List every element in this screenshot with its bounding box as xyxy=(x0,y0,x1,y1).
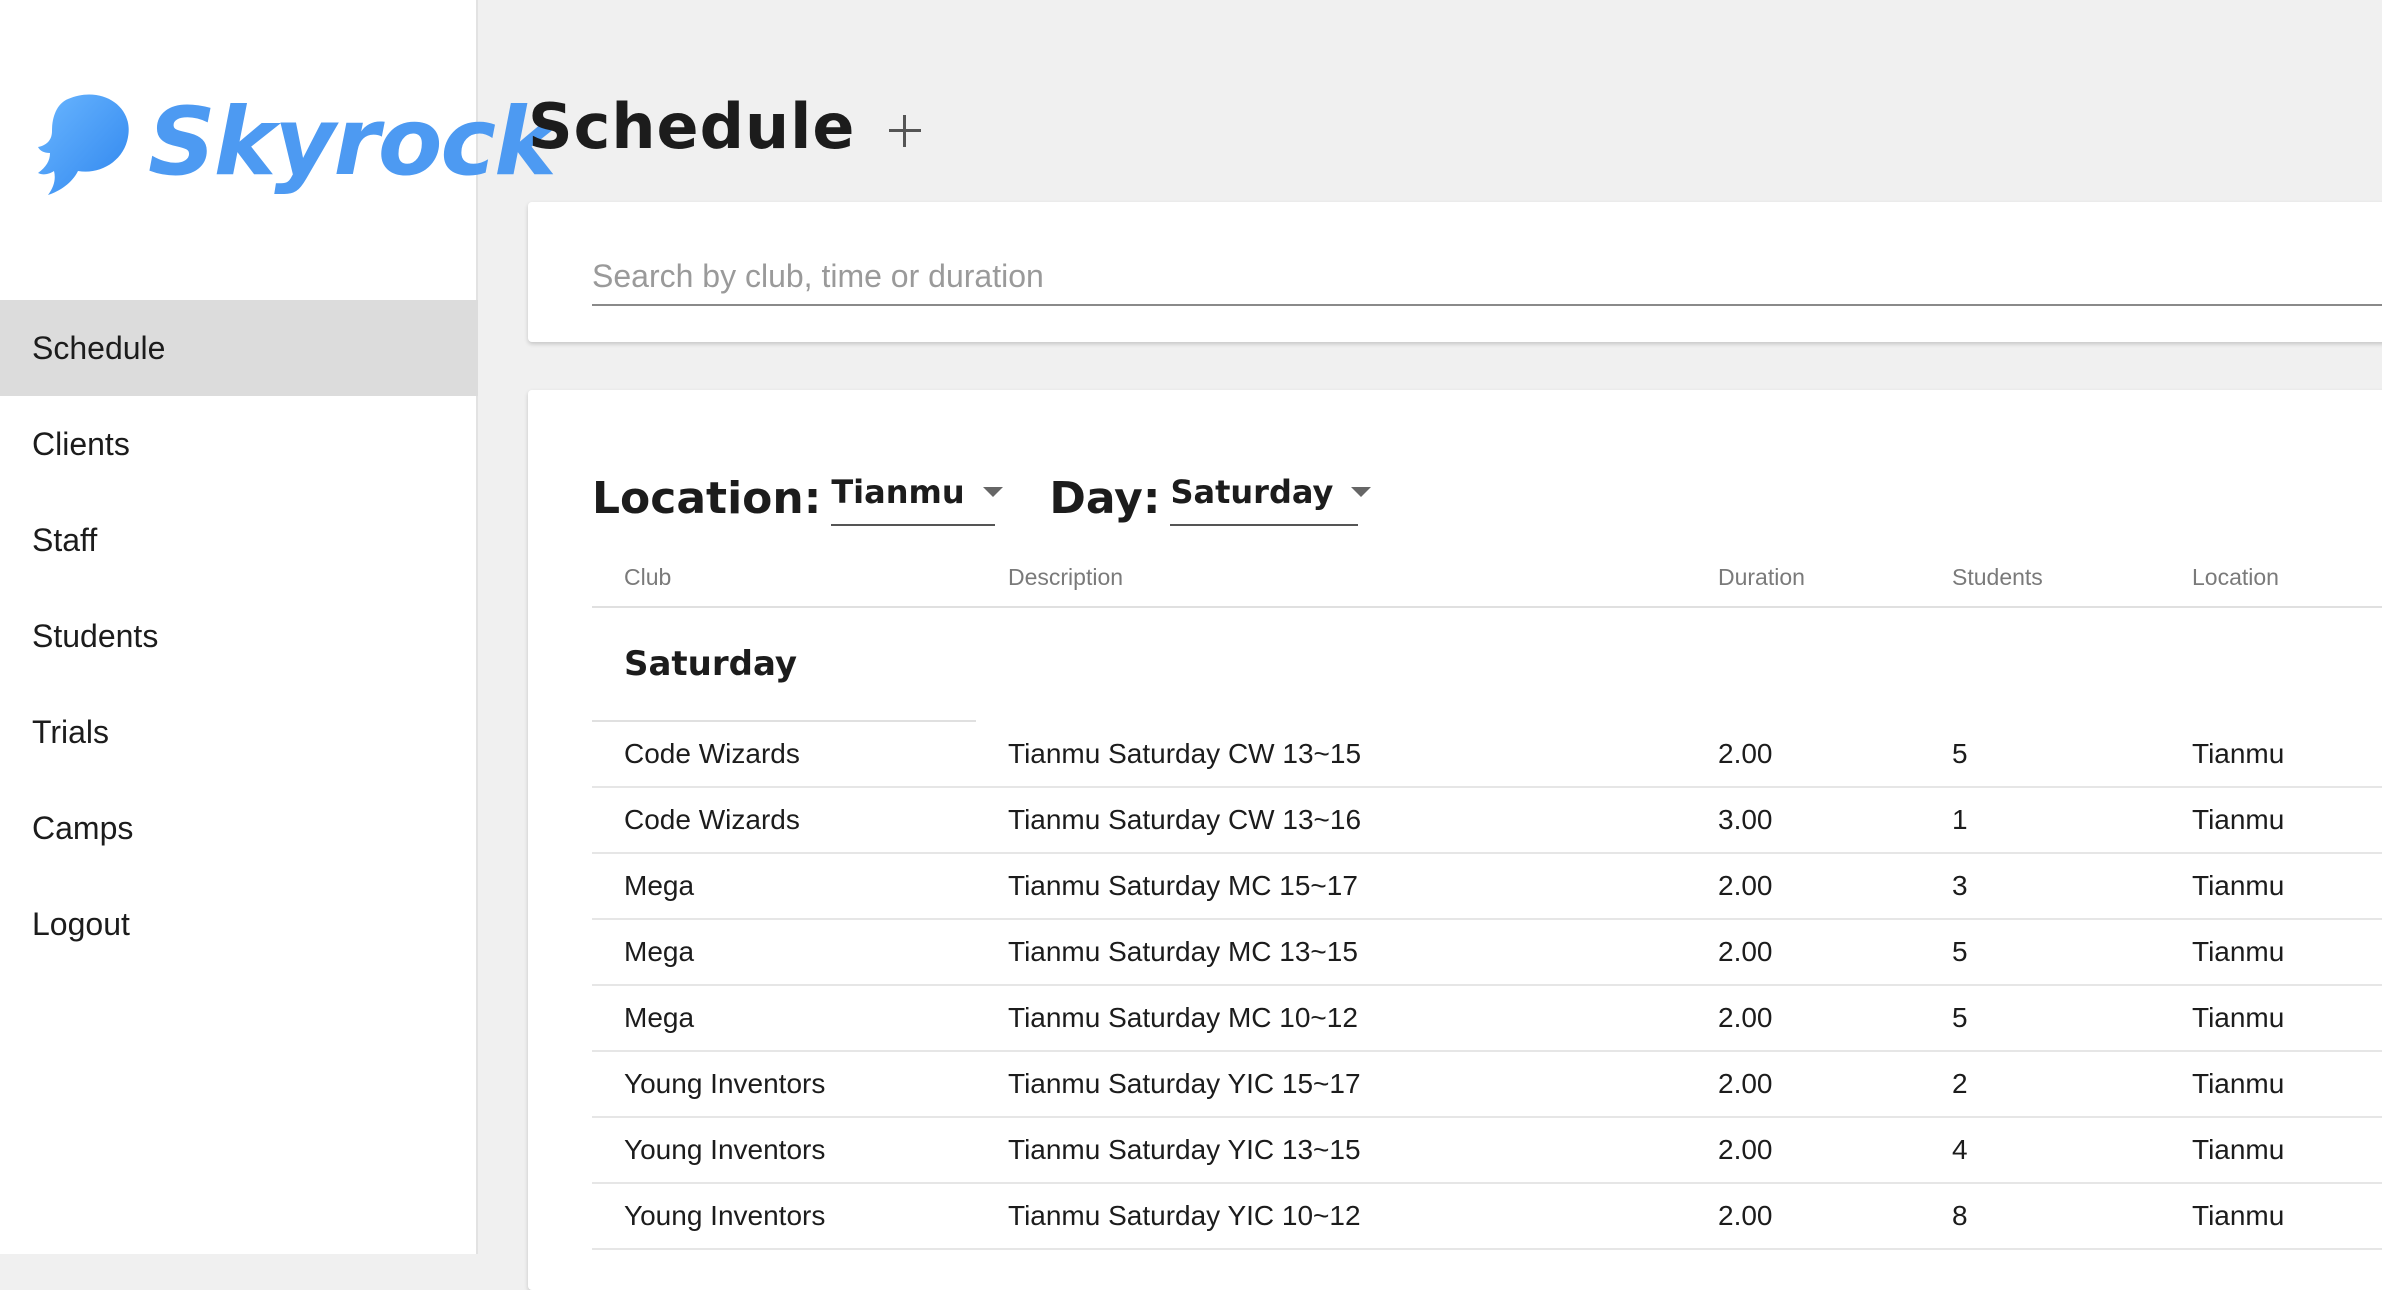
sidebar-item-clients[interactable]: Clients xyxy=(0,396,478,492)
caret-down-icon xyxy=(982,487,1003,497)
cell-club: Code Wizards xyxy=(624,804,800,835)
schedule-table: Club Description Duration Students Locat… xyxy=(592,552,2382,1250)
cell-duration: 3.00 xyxy=(1718,804,1773,835)
cell-location: Tianmu xyxy=(2192,1134,2285,1165)
group-label: Saturday xyxy=(624,644,798,684)
cell-club: Mega xyxy=(624,870,695,901)
cell-students: 5 xyxy=(1952,738,1968,769)
cell-duration: 2.00 xyxy=(1718,738,1773,769)
sidebar-item-camps[interactable]: Camps xyxy=(0,780,478,876)
cell-description: Tianmu Saturday CW 13~15 xyxy=(1008,738,1362,769)
column-header-club[interactable]: Club xyxy=(624,564,671,591)
cell-description: Tianmu Saturday MC 10~12 xyxy=(1008,1002,1358,1033)
sidebar-item-students[interactable]: Students xyxy=(0,588,478,684)
table-row[interactable]: Young Inventors Tianmu Saturday YIC 13~1… xyxy=(592,1118,2382,1184)
cell-location: Tianmu xyxy=(2192,936,2285,967)
table-header: Club Description Duration Students Locat… xyxy=(592,552,2382,608)
cell-students: 1 xyxy=(1952,804,1968,835)
table-row[interactable]: Code Wizards Tianmu Saturday CW 13~16 3.… xyxy=(592,788,2382,854)
page-title: Schedule xyxy=(528,90,856,163)
cell-description: Tianmu Saturday YIC 15~17 xyxy=(1008,1068,1361,1099)
location-filter-label: Location: xyxy=(592,473,822,525)
table-row[interactable]: Young Inventors Tianmu Saturday YIC 15~1… xyxy=(592,1052,2382,1118)
cell-duration: 2.00 xyxy=(1718,936,1773,967)
filter-row: Location: Tianmu Day: Saturday xyxy=(592,464,1412,526)
cell-students: 5 xyxy=(1952,936,1968,967)
sidebar: Skyrock Schedule Clients Staff Students … xyxy=(0,0,557,1254)
cell-students: 4 xyxy=(1952,1134,1968,1165)
brand-logo[interactable]: Skyrock xyxy=(38,88,557,198)
cell-location: Tianmu xyxy=(2192,870,2285,901)
sidebar-item-schedule[interactable]: Schedule xyxy=(0,300,478,396)
cell-description: Tianmu Saturday YIC 13~15 xyxy=(1008,1134,1361,1165)
column-header-students[interactable]: Students xyxy=(1952,564,2043,591)
sidebar-item-logout[interactable]: Logout xyxy=(0,876,478,972)
flame-logo-icon xyxy=(38,91,134,195)
cell-location: Tianmu xyxy=(2192,738,2285,769)
cell-description: Tianmu Saturday YIC 10~12 xyxy=(1008,1200,1361,1231)
cell-location: Tianmu xyxy=(2192,804,2285,835)
column-header-duration[interactable]: Duration xyxy=(1718,564,1805,591)
cell-students: 2 xyxy=(1952,1068,1968,1099)
cell-club: Code Wizards xyxy=(624,738,800,769)
cell-location: Tianmu xyxy=(2192,1002,2285,1033)
table-row[interactable]: Mega Tianmu Saturday MC 15~17 2.00 3 Tia… xyxy=(592,854,2382,920)
cell-club: Mega xyxy=(624,1002,695,1033)
cell-location: Tianmu xyxy=(2192,1068,2285,1099)
sidebar-nav: Schedule Clients Staff Students Trials C… xyxy=(0,300,478,972)
main-content: Schedule Location: Tianmu Day: Saturday xyxy=(480,0,2382,1290)
table-row[interactable]: Code Wizards Tianmu Saturday CW 13~15 2.… xyxy=(592,722,2382,788)
cell-students: 5 xyxy=(1952,1002,1968,1033)
column-header-location[interactable]: Location xyxy=(2192,564,2279,591)
cell-club: Young Inventors xyxy=(624,1068,826,1099)
plus-icon[interactable] xyxy=(885,111,925,151)
location-filter: Location: Tianmu xyxy=(592,464,1003,526)
cell-club: Young Inventors xyxy=(624,1134,826,1165)
schedule-table-card: Location: Tianmu Day: Saturday Club Desc… xyxy=(528,390,2382,1290)
cell-club: Mega xyxy=(624,936,695,967)
table-row[interactable]: Mega Tianmu Saturday MC 13~15 2.00 5 Tia… xyxy=(592,920,2382,986)
cell-duration: 2.00 xyxy=(1718,870,1773,901)
table-row[interactable]: Young Inventors Tianmu Saturday YIC 10~1… xyxy=(592,1184,2382,1250)
day-filter: Day: Saturday xyxy=(1049,464,1372,526)
cell-duration: 2.00 xyxy=(1718,1200,1773,1231)
cell-description: Tianmu Saturday MC 13~15 xyxy=(1008,936,1358,967)
location-select-value: Tianmu xyxy=(831,473,965,511)
page-header: Schedule xyxy=(528,90,925,163)
search-input[interactable] xyxy=(592,242,2382,306)
cell-club: Young Inventors xyxy=(624,1200,826,1231)
group-header: Saturday xyxy=(592,608,2382,722)
cell-duration: 2.00 xyxy=(1718,1068,1773,1099)
cell-students: 8 xyxy=(1952,1200,1968,1231)
cell-duration: 2.00 xyxy=(1718,1134,1773,1165)
day-filter-label: Day: xyxy=(1049,473,1161,525)
sidebar-item-staff[interactable]: Staff xyxy=(0,492,478,588)
cell-students: 3 xyxy=(1952,870,1968,901)
cell-description: Tianmu Saturday MC 15~17 xyxy=(1008,870,1358,901)
cell-location: Tianmu xyxy=(2192,1200,2285,1231)
sidebar-item-trials[interactable]: Trials xyxy=(0,684,478,780)
day-select-value: Saturday xyxy=(1170,473,1334,511)
search-card xyxy=(528,202,2382,342)
cell-description: Tianmu Saturday CW 13~16 xyxy=(1008,804,1362,835)
cell-duration: 2.00 xyxy=(1718,1002,1773,1033)
table-row[interactable]: Mega Tianmu Saturday MC 10~12 2.00 5 Tia… xyxy=(592,986,2382,1052)
column-header-description[interactable]: Description xyxy=(1008,564,1123,591)
location-select[interactable]: Tianmu xyxy=(831,464,1003,526)
caret-down-icon xyxy=(1351,487,1372,497)
day-select[interactable]: Saturday xyxy=(1170,464,1372,526)
